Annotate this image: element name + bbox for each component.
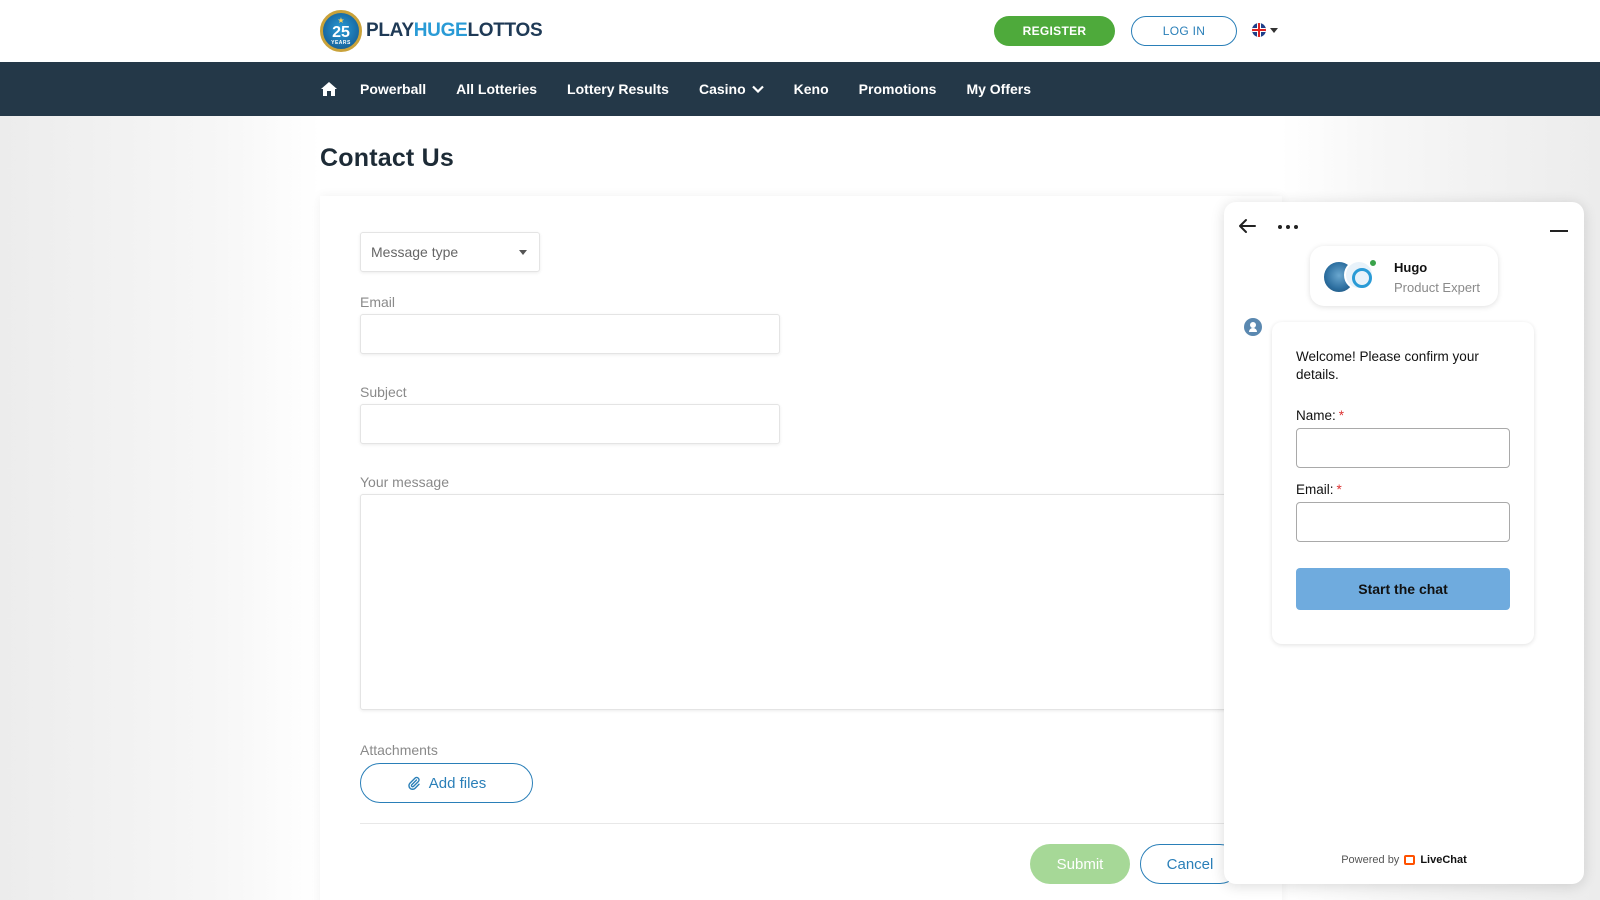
prechat-form: Welcome! Please confirm your details. Na… [1272,322,1534,644]
livechat-widget: Hugo Product Expert Welcome! Please conf… [1224,202,1584,884]
message-label: Your message [360,474,449,490]
powered-by[interactable]: Powered by LiveChat [1224,854,1584,866]
caret-down-icon [519,249,527,255]
subject-label: Subject [360,384,407,400]
register-button[interactable]: REGISTER [994,16,1115,46]
nav-item-lottery-results[interactable]: Lottery Results [567,81,669,97]
online-status-dot [1368,258,1378,268]
add-files-button[interactable]: Add files [360,763,533,803]
uk-flag-icon [1252,23,1266,37]
attachments-label: Attachments [360,742,438,758]
arrow-left-icon[interactable] [1238,218,1256,234]
agent-name: Hugo [1394,260,1428,275]
subject-field[interactable] [360,404,780,444]
language-selector[interactable] [1252,23,1278,37]
message-type-value: Message type [371,244,459,260]
chat-name-label: Name: * [1296,408,1345,423]
top-header: ★ 25 YEARS PLAYHUGELOTTOS REGISTER LOG I… [0,0,1600,62]
start-chat-button[interactable]: Start the chat [1296,568,1510,610]
main-nav: Powerball All Lotteries Lottery Results … [0,62,1600,116]
anniversary-badge-icon: ★ 25 YEARS [320,10,362,52]
minimize-icon[interactable] [1550,230,1568,232]
agent-role: Product Expert [1394,280,1480,295]
welcome-message: Welcome! Please confirm your details. [1296,349,1479,382]
chat-name-input[interactable] [1296,428,1510,468]
paperclip-icon [407,776,420,790]
bot-avatar-icon [1244,318,1262,336]
nav-item-powerball[interactable]: Powerball [360,81,426,97]
submit-button[interactable]: Submit [1030,844,1130,884]
page-title: Contact Us [320,144,454,172]
form-divider [360,823,1240,824]
badge-caption: YEARS [331,39,351,46]
chat-email-input[interactable] [1296,502,1510,542]
message-textarea[interactable] [360,494,1240,710]
livechat-logo-icon [1404,855,1416,865]
nav-item-promotions[interactable]: Promotions [859,81,937,97]
email-field[interactable] [360,314,780,354]
logo-text: PLAYHUGELOTTOS [366,20,543,41]
chevron-down-icon [751,85,764,93]
home-icon[interactable] [320,81,338,97]
nav-item-all-lotteries[interactable]: All Lotteries [456,81,537,97]
caret-down-icon [1270,27,1278,33]
badge-number: 25 [332,23,350,41]
nav-item-my-offers[interactable]: My Offers [966,81,1031,97]
add-files-label: Add files [428,774,487,792]
contact-form: Message type Email Subject Your message … [320,196,1282,900]
nav-item-casino[interactable]: Casino [699,81,764,97]
site-logo[interactable]: ★ 25 YEARS PLAYHUGELOTTOS [320,10,543,52]
login-button[interactable]: LOG IN [1131,16,1237,46]
more-options-icon[interactable] [1277,224,1299,230]
nav-item-keno[interactable]: Keno [794,81,829,97]
agent-card: Hugo Product Expert [1310,246,1498,306]
chat-email-label: Email: * [1296,482,1342,497]
message-type-select[interactable]: Message type [360,232,540,272]
email-label: Email [360,294,396,310]
